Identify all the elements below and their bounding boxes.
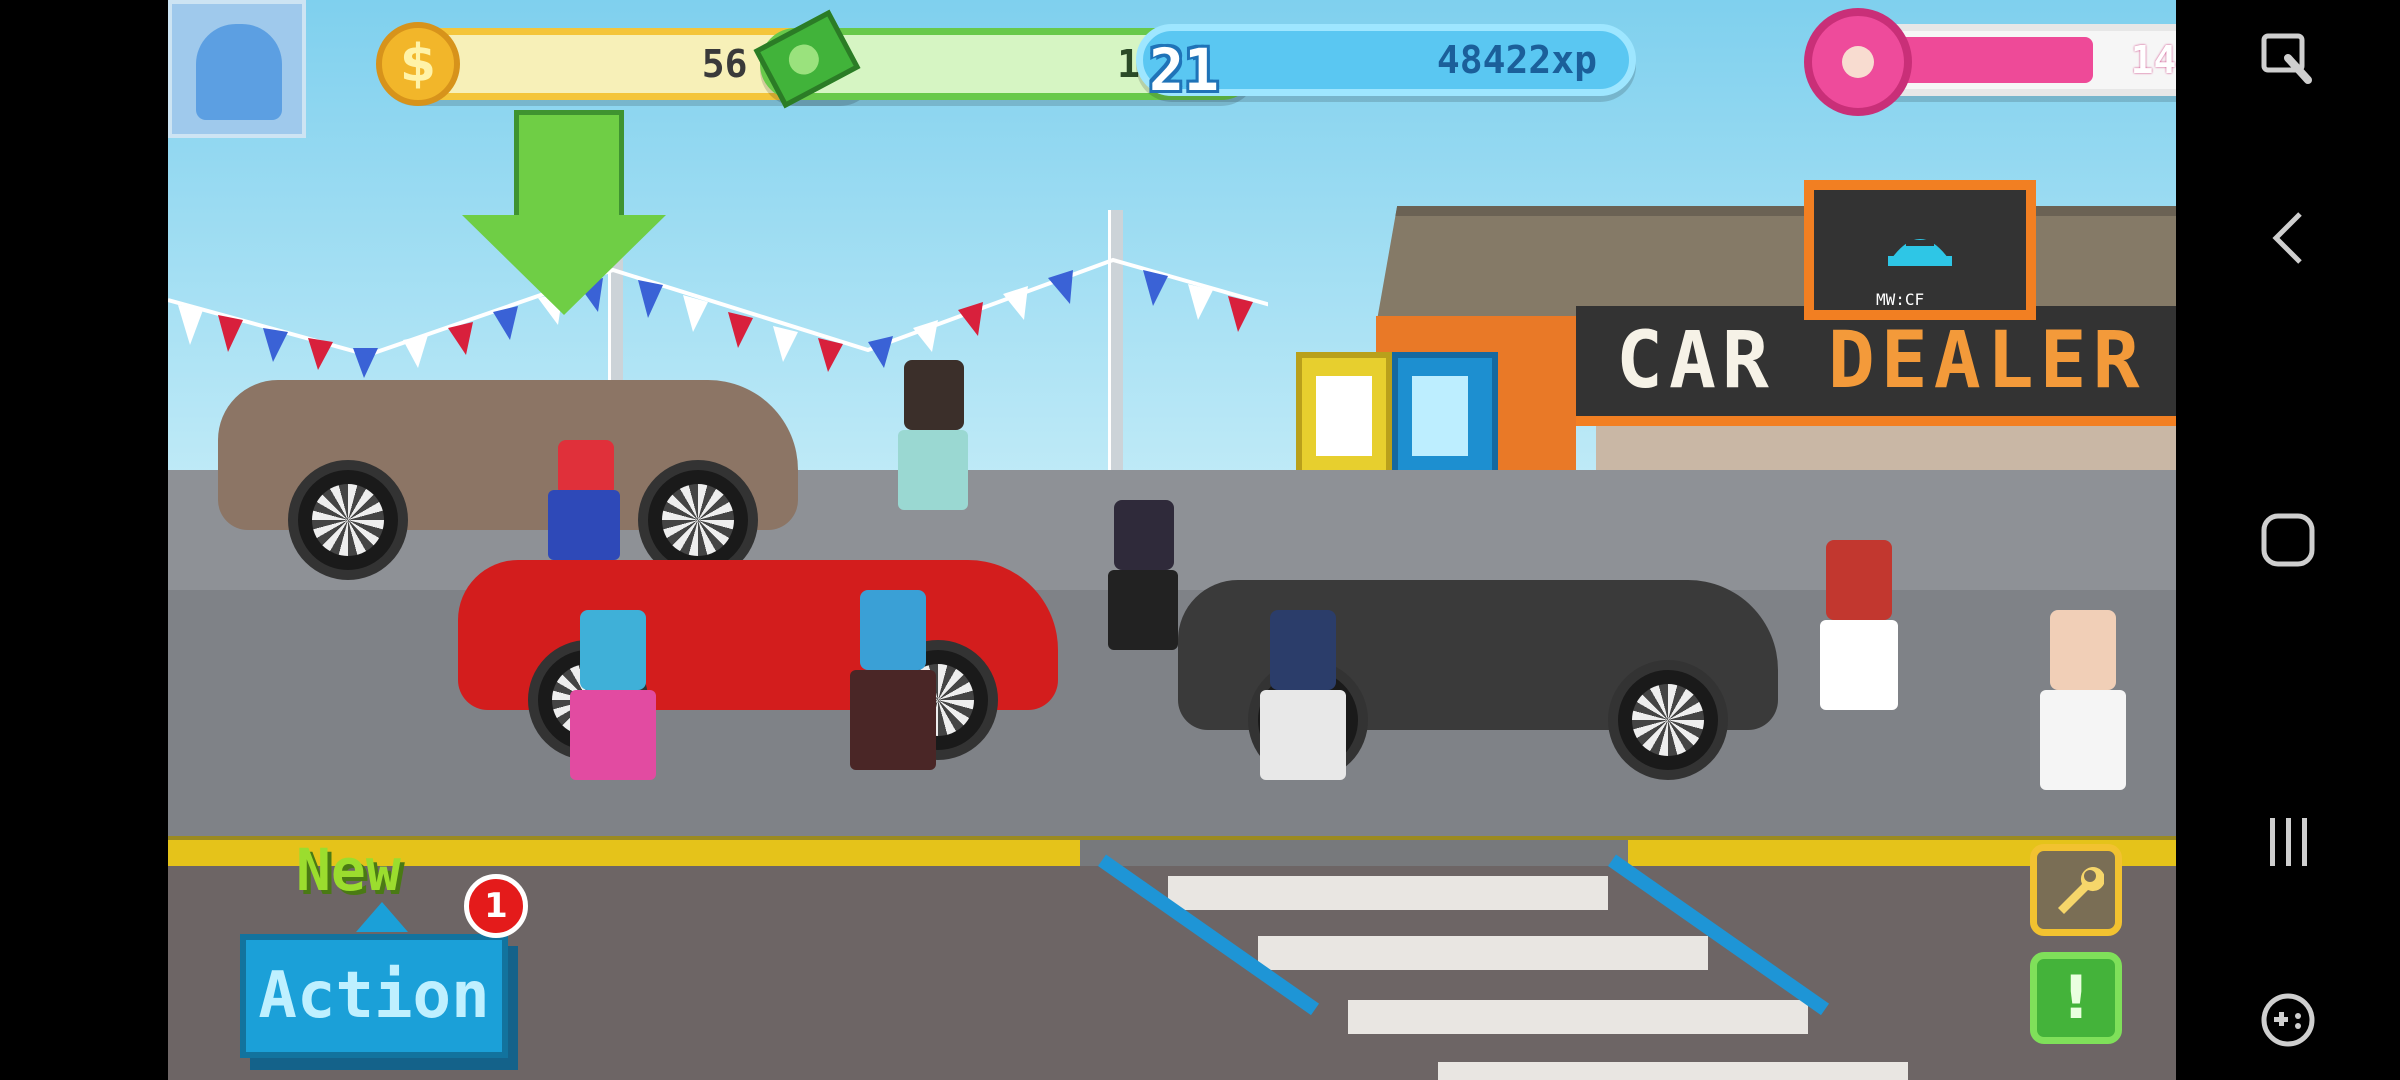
car-wheel (288, 460, 408, 580)
lane-line (1608, 854, 1830, 1016)
wrench-icon (2058, 867, 2104, 914)
alert-button[interactable]: ! (2030, 952, 2122, 1044)
crosswalk-stripe (1168, 876, 1608, 910)
car-wheel (1608, 660, 1728, 780)
crosswalk-stripe (1348, 1000, 1808, 1034)
game-controller-icon (2261, 993, 2315, 1047)
character-manager[interactable] (2028, 610, 2138, 810)
avatar-silhouette (196, 24, 282, 120)
home-icon (2261, 513, 2315, 567)
back-icon (2272, 212, 2302, 264)
xp-star-icon: 21 (1132, 18, 1236, 122)
tower-label: MW:CF (1876, 290, 1925, 309)
tutorial-arrow-head (462, 215, 666, 315)
tutorial-arrow-icon (514, 110, 624, 230)
system-navigation-bar (2176, 0, 2400, 1080)
dealership-logo-tower: MW:CF (1804, 180, 2036, 320)
car-logo-icon (1888, 239, 1952, 266)
crosswalk-stripe (1438, 1062, 1908, 1080)
donut-progress-fill (1893, 37, 2093, 83)
character-pink-hoodie[interactable] (558, 610, 668, 810)
vending-window (1412, 376, 1468, 456)
screenshot-edit-icon (2261, 33, 2312, 84)
recents-icon (2270, 818, 2307, 866)
character-visitor[interactable] (888, 360, 978, 540)
dealership-sign: CAR DEALER (1576, 306, 2176, 426)
game-viewport[interactable]: CAR DEALER MW:CF 56 $ 1 48422xp 21 14 Ne… (168, 0, 2176, 1080)
screenshot-edit-button[interactable] (2250, 20, 2326, 96)
notification-badge: 1 (464, 874, 528, 938)
character-salesman[interactable] (1098, 500, 1188, 680)
car-red-convertible[interactable] (458, 540, 1078, 770)
donut-value: 14/36 (2130, 38, 2176, 82)
exclamation-icon: ! (2062, 963, 2090, 1033)
dealership-sign-text: CAR DEALER (1616, 316, 2146, 406)
crosswalk-stripe (1258, 936, 1708, 970)
recents-button[interactable] (2250, 804, 2326, 880)
wrench-button[interactable] (2030, 844, 2122, 936)
new-label: New (296, 836, 401, 904)
character-cap-guy[interactable] (838, 590, 948, 810)
character-receptionist[interactable] (1808, 540, 1908, 740)
xp-value: 48422xp (1436, 38, 1597, 82)
coin-icon: $ (376, 22, 460, 106)
back-button[interactable] (2250, 200, 2326, 276)
donut-icon (1804, 8, 1912, 116)
character-customer[interactable] (1248, 610, 1358, 810)
action-pointer (356, 902, 408, 932)
game-tools-button[interactable] (2250, 982, 2326, 1058)
player-avatar[interactable] (168, 0, 306, 138)
vending-window (1316, 376, 1372, 456)
level-number: 21 (1149, 36, 1219, 104)
home-button[interactable] (2250, 502, 2326, 578)
character-spider-hero[interactable] (538, 440, 628, 570)
action-button[interactable]: Action (240, 934, 508, 1058)
